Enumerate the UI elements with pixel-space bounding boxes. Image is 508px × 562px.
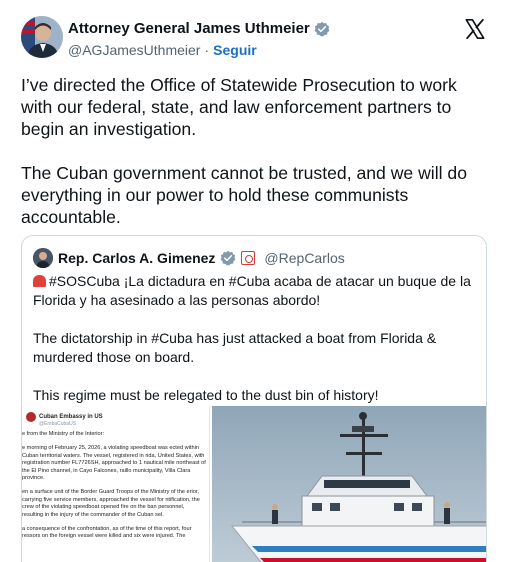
author-name-row: Attorney General James Uthmeier (68, 20, 330, 37)
quoted-author-handle: @RepCarlos (264, 250, 345, 266)
author-handle-row: @AGJamesUthmeier · Seguir (68, 42, 257, 58)
quoted-paragraph-2: The dictatorship in #Cuba has just attac… (33, 330, 437, 365)
statement-body: e from the Ministry of the Interior: e m… (22, 431, 206, 548)
government-flag-icon (241, 251, 256, 265)
quoted-avatar (33, 248, 53, 268)
follow-button[interactable]: Seguir (213, 42, 257, 58)
quoted-paragraph-3: This regime must be relegated to the dus… (33, 387, 379, 403)
statement-image[interactable]: Cuban Embassy in US @EmbaCubaUS e from t… (22, 406, 210, 562)
author-handle[interactable]: @AGJamesUthmeier (68, 42, 200, 58)
separator-dot: · (204, 42, 210, 58)
tweet-paragraph-1: I’ve directed the Office of Statewide Pr… (21, 75, 457, 139)
quoted-paragraph-1: #SOSCuba ¡La dictadura en #Cuba acaba de… (33, 273, 471, 308)
siren-icon (33, 275, 46, 287)
statement-paragraph-3: en a surface unit of the Border Guard Tr… (22, 489, 200, 518)
statement-paragraph-1: e from the Ministry of the Interior: (22, 431, 105, 437)
embassy-avatar (26, 412, 36, 422)
quoted-tweet[interactable]: Rep. Carlos A. Gimenez @RepCarlos #SOSCu… (21, 235, 487, 562)
verified-badge-icon (314, 21, 330, 36)
quoted-author-name: Rep. Carlos A. Gimenez (58, 250, 216, 266)
x-logo-icon[interactable] (464, 18, 486, 40)
statement-paragraph-4: a consequence of the confrontation, as o… (22, 526, 192, 540)
statement-title: Cuban Embassy in US (39, 414, 103, 420)
statement-paragraph-2: e morning of February 25, 2026, a violat… (22, 445, 206, 482)
quoted-header: Rep. Carlos A. Gimenez @RepCarlos (33, 248, 345, 268)
quoted-media[interactable]: Cuban Embassy in US @EmbaCubaUS e from t… (22, 406, 486, 562)
quoted-verified-badge-icon (221, 250, 236, 266)
author-name[interactable]: Attorney General James Uthmeier (68, 20, 310, 37)
quoted-paragraph-1-row: #SOSCuba ¡La dictadura en #Cuba acaba de… (33, 272, 479, 310)
tweet-paragraph-2: The Cuban government cannot be trusted, … (21, 163, 467, 227)
statement-handle: @EmbaCubaUS (39, 421, 77, 427)
quoted-text: #SOSCuba ¡La dictadura en #Cuba acaba de… (33, 272, 479, 424)
author-avatar[interactable] (21, 16, 63, 58)
tweet-card: Attorney General James Uthmeier @AGJames… (0, 0, 508, 562)
patrol-boat-photo[interactable] (212, 406, 486, 562)
tweet-text: I’ve directed the Office of Statewide Pr… (21, 74, 491, 250)
